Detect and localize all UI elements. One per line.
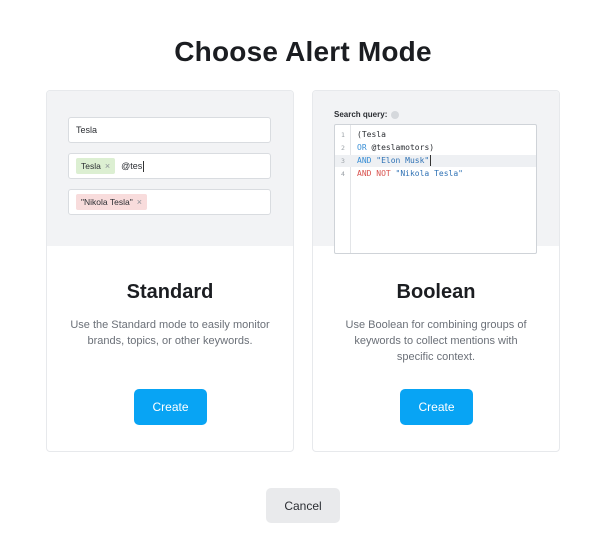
search-query-label: Search query: (334, 110, 400, 119)
boolean-mode-card[interactable]: Search query: 1 (Tesla 2 OR @teslamotors) 3 A… (312, 90, 560, 452)
code-text: OR @teslamotors) (357, 143, 435, 152)
line-number: 3 (341, 157, 345, 165)
text-caret (143, 160, 145, 172)
code-line: 4 AND NOT "Nikola Tesla" (335, 168, 536, 180)
boolean-preview: Search query: 1 (Tesla 2 OR @teslamotors) 3 A… (313, 91, 559, 254)
standard-create-button[interactable]: Create (134, 389, 207, 425)
close-icon: × (104, 161, 111, 171)
code-text: AND "Elon Musk" (357, 155, 432, 166)
excluded-tag-label: "Nikola Tesla" (81, 197, 133, 207)
info-icon (391, 110, 400, 119)
line-number: 2 (341, 144, 345, 152)
standard-title: Standard (126, 281, 214, 303)
keyword-tag: Tesla × (76, 158, 116, 174)
boolean-title: Boolean (396, 281, 476, 303)
page-title: Choose Alert Mode (174, 36, 432, 67)
keyword-field: Tesla (68, 117, 271, 143)
query-editor: 1 (Tesla 2 OR @teslamotors) 3 AND "Elon Musk"… (334, 124, 537, 254)
keyword-tag-label: Tesla (81, 161, 101, 171)
code-text: AND NOT "Nikola Tesla" (357, 169, 463, 178)
standard-preview: Tesla Tesla × @tes "Nikola Tesla" × (47, 91, 293, 246)
keyword-field-text: Tesla (76, 125, 98, 135)
standard-description: Use the Standard mode to easily monitor … (70, 319, 270, 347)
text-caret (430, 155, 432, 166)
code-line: 3 AND "Elon Musk" (335, 155, 536, 167)
search-query-label-text: Search query: (334, 110, 388, 119)
excluded-keywords-field: "Nikola Tesla" × (68, 189, 271, 215)
line-number: 4 (341, 170, 345, 178)
excluded-tag: "Nikola Tesla" × (76, 194, 147, 210)
standard-mode-card[interactable]: Tesla Tesla × @tes "Nikola Tesla" × Stan… (46, 90, 294, 452)
boolean-create-button[interactable]: Create (400, 389, 473, 425)
code-text: (Tesla (357, 130, 386, 139)
cancel-button[interactable]: Cancel (266, 488, 340, 523)
code-line: 1 (Tesla (335, 129, 536, 141)
required-keywords-field: Tesla × @tes (68, 153, 271, 179)
boolean-description: Use Boolean for combining groups of keyw… (345, 319, 527, 363)
close-icon: × (136, 197, 142, 207)
typed-text: @tes (121, 161, 143, 171)
line-number: 1 (341, 131, 345, 139)
code-line: 2 OR @teslamotors) (335, 142, 536, 154)
